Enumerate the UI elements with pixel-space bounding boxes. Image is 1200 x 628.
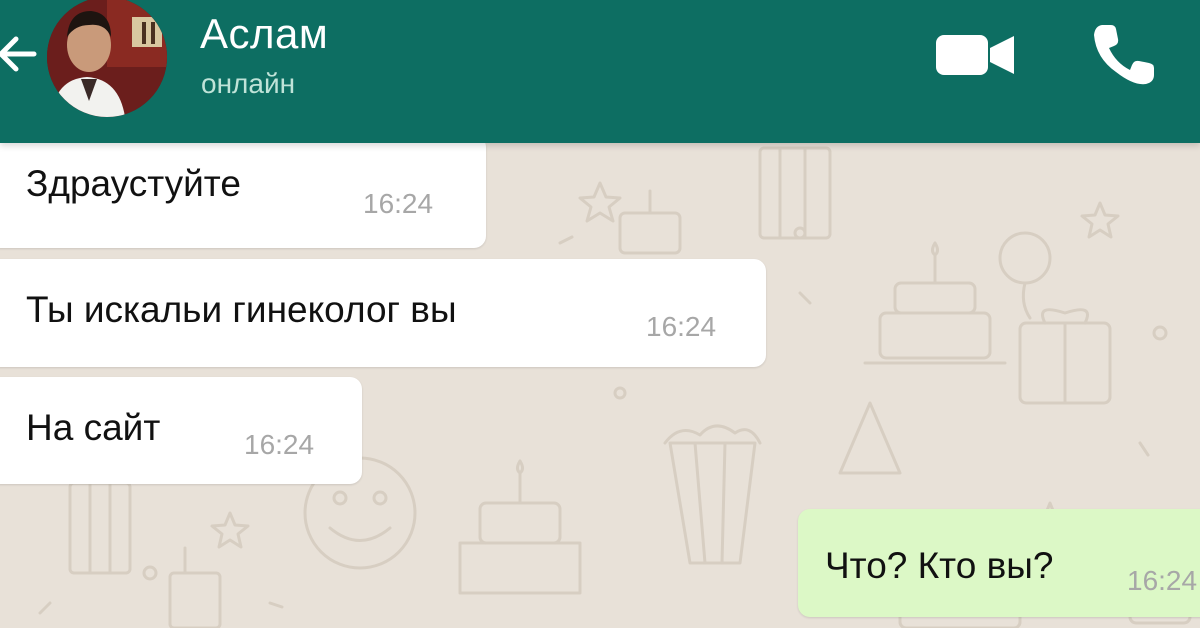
- contact-status: онлайн: [201, 68, 296, 99]
- message-bubble-outgoing[interactable]: Что? Кто вы? 16:24: [798, 509, 1200, 617]
- phone-icon: [1094, 25, 1154, 85]
- message-text: Здраустуйте: [26, 163, 241, 204]
- message-bubble-incoming[interactable]: На сайт 16:24: [0, 377, 362, 484]
- message-timestamp: 16:24: [363, 188, 434, 219]
- video-camera-icon: [936, 35, 1014, 75]
- message-timestamp: 16:24: [646, 311, 717, 342]
- avatar-photo: [47, 0, 167, 117]
- message-timestamp: 16:24: [244, 429, 315, 460]
- message-text: На сайт: [26, 407, 161, 448]
- message-text: Что? Кто вы?: [825, 545, 1054, 586]
- message-bubble-incoming[interactable]: Здраустуйте 16:24: [0, 143, 486, 248]
- message-text: Ты искальи гинеколог вы: [26, 289, 457, 330]
- arrow-left-icon: [0, 36, 37, 72]
- chat-area[interactable]: Здраустуйте 16:24 Ты искальи гинеколог в…: [0, 143, 1200, 628]
- back-button[interactable]: [0, 30, 38, 78]
- contact-name[interactable]: Аслам: [200, 10, 328, 58]
- message-timestamp: 16:24: [1127, 565, 1198, 596]
- message-bubble-incoming[interactable]: Ты искальи гинеколог вы 16:24: [0, 259, 766, 367]
- contact-avatar[interactable]: [47, 0, 167, 117]
- video-call-button[interactable]: [930, 30, 1020, 80]
- voice-call-button[interactable]: [1088, 20, 1158, 90]
- chat-header: Аслам онлайн: [0, 0, 1200, 143]
